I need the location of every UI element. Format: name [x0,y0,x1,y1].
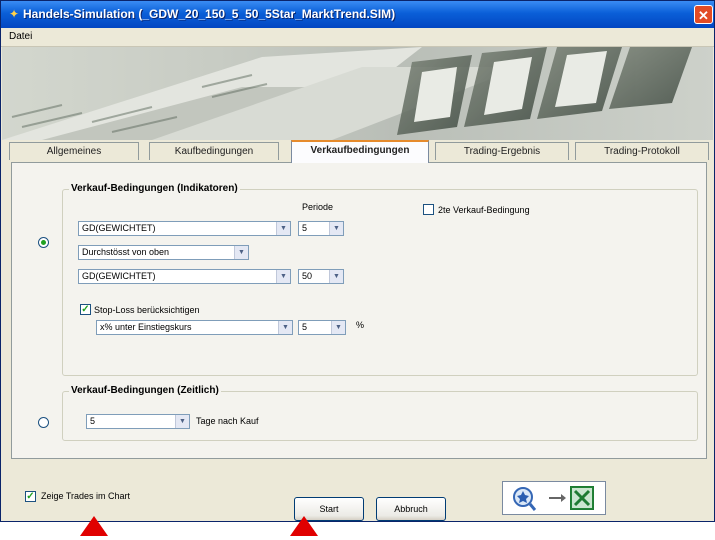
stoploss-mode-value: x% unter Einstiegskurs [100,322,192,332]
show-trades-label: Zeige Trades im Chart [41,491,131,501]
period-label: Periode [302,202,334,212]
second-condition-checkbox[interactable] [423,204,434,215]
chevron-down-icon[interactable]: ▼ [234,246,248,259]
cross-mode-select[interactable]: Durchstösst von oben ▼ [78,245,249,260]
time-group-title: Verkauf-Bedingungen (Zeitlich) [69,385,221,396]
tab-panel: Verkauf-Bedingungen (Indikatoren) Period… [11,162,707,459]
title-bar[interactable]: ✦ Handels-Simulation (_GDW_20_150_5_50_5… [1,1,714,28]
search-chart-icon [513,487,537,511]
tab-trading-protokoll[interactable]: Trading-Protokoll [575,142,709,160]
indicator2-select[interactable]: GD(GEWICHTET) ▼ [78,269,291,284]
cancel-button[interactable]: Abbruch [376,497,446,521]
menu-datei[interactable]: Datei [9,31,32,42]
chevron-down-icon[interactable]: ▼ [276,270,290,283]
show-trades-checkbox[interactable]: ✓ [25,491,36,502]
annotation-arrow-right [290,516,318,536]
indicator1-value: GD(GEWICHTET) [82,223,156,233]
simulation-window: ✦ Handels-Simulation (_GDW_20_150_5_50_5… [0,0,715,522]
stoploss-value-select[interactable]: 5 ▼ [298,320,346,335]
header-banner-image [2,47,713,140]
stoploss-checkbox[interactable]: ✓ [80,304,91,315]
chevron-down-icon[interactable]: ▼ [329,222,343,235]
days-value: 5 [90,416,96,426]
excel-icon [570,486,594,510]
stoploss-value: 5 [302,322,308,332]
export-graphic [513,486,594,511]
tab-strip: Allgemeines Kaufbedingungen Verkaufbedin… [9,140,709,163]
arrow-right-icon [549,494,566,502]
tab-allgemeines[interactable]: Allgemeines [9,142,139,160]
indicator-group-title: Verkauf-Bedingungen (Indikatoren) [69,183,240,194]
annotation-arrow-left [80,516,108,536]
stoploss-label: Stop-Loss berücksichtigen [94,305,200,315]
chevron-down-icon[interactable]: ▼ [175,415,189,428]
cross-mode-value: Durchstösst von oben [82,247,170,257]
tab-trading-ergebnis[interactable]: Trading-Ergebnis [435,142,569,160]
chevron-down-icon[interactable]: ▼ [331,321,345,334]
radio-selected-dot [41,240,46,245]
app-icon: ✦ [8,7,20,21]
stoploss-mode-select[interactable]: x% unter Einstiegskurs ▼ [96,320,293,335]
chevron-down-icon[interactable]: ▼ [276,222,290,235]
second-condition-label: 2te Verkauf-Bedingung [438,205,530,215]
banner-graphic [2,47,692,140]
indicator2-value: GD(GEWICHTET) [82,271,156,281]
chevron-down-icon[interactable]: ▼ [329,270,343,283]
period2-value: 50 [302,271,313,281]
days-after-purchase-label: Tage nach Kauf [196,416,259,426]
chevron-down-icon[interactable]: ▼ [278,321,292,334]
indicator-condition-radio[interactable] [38,237,49,248]
window-title: Handels-Simulation (_GDW_20_150_5_50_5St… [23,7,396,21]
tab-kaufbedingungen[interactable]: Kaufbedingungen [149,142,279,160]
export-to-excel-button[interactable] [502,481,606,515]
indicator1-select[interactable]: GD(GEWICHTET) ▼ [78,221,291,236]
close-icon[interactable]: ✕ [694,5,713,24]
menu-bar: Datei [1,28,714,47]
days-select[interactable]: 5 ▼ [86,414,190,429]
period1-select[interactable]: 5 ▼ [298,221,344,236]
percent-label: % [356,320,365,330]
period2-select[interactable]: 50 ▼ [298,269,344,284]
time-condition-radio[interactable] [38,417,49,428]
period1-value: 5 [302,223,308,233]
tab-verkaufbedingungen[interactable]: Verkaufbedingungen [291,140,429,163]
